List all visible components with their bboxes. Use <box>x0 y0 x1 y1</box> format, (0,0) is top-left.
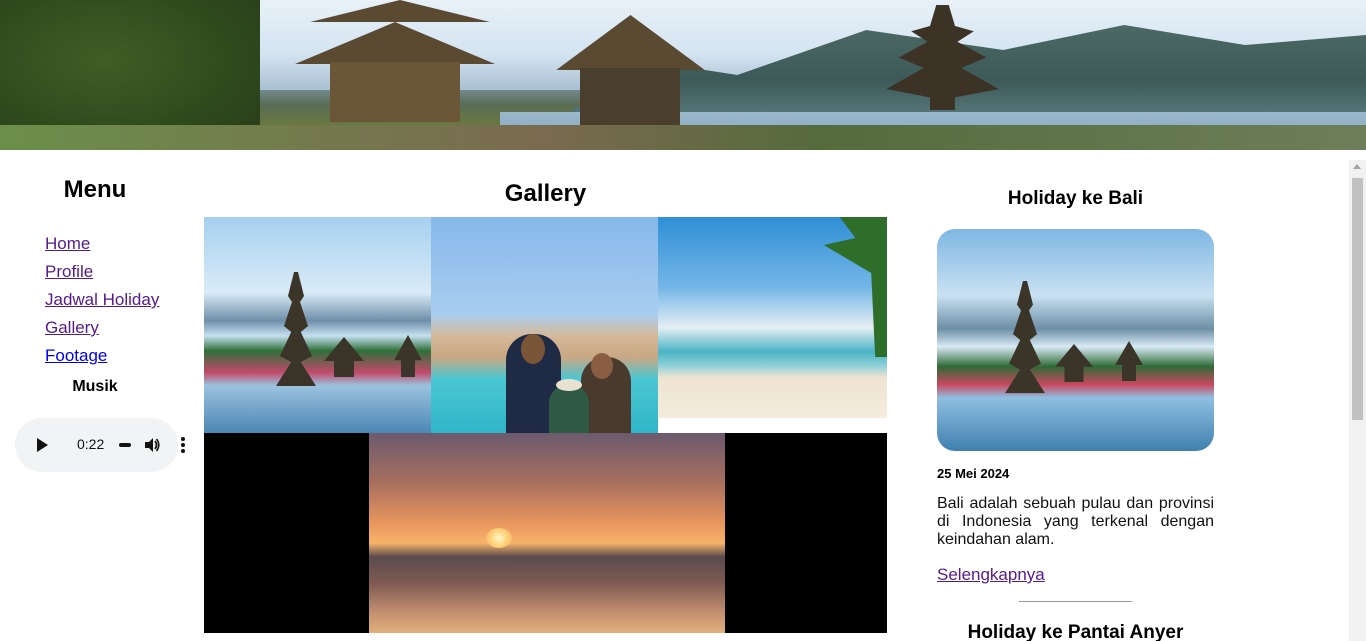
video-player[interactable] <box>204 433 887 633</box>
palm-tree <box>823 217 887 357</box>
post-divider <box>1019 601 1132 602</box>
temple-pagoda <box>276 272 316 386</box>
menu-title: Menu <box>63 176 127 203</box>
read-more-link[interactable]: Selengkapnya <box>937 565 1214 585</box>
gallery-image-family-photo <box>431 217 658 433</box>
play-icon[interactable] <box>37 438 48 452</box>
music-label: Musik <box>72 378 118 395</box>
banner-ground <box>0 125 1366 150</box>
gallery-image-temple <box>204 217 431 433</box>
person-2-head <box>591 353 613 379</box>
person-1-head <box>521 334 545 364</box>
header-banner-image <box>0 0 1366 150</box>
video-frame-sunset <box>369 433 725 633</box>
menu-item-footage: Footage <box>45 342 190 370</box>
menu-item-jadwal-holiday: Jadwal Holiday <box>45 286 190 314</box>
menu-link-gallery[interactable]: Gallery <box>45 318 99 337</box>
menu-list: Home Profile Jadwal Holiday Gallery Foot… <box>0 230 190 370</box>
audio-progress-bar[interactable] <box>119 443 131 447</box>
banner-pavilion-body <box>580 68 680 128</box>
menu-link-footage[interactable]: Footage <box>45 346 107 365</box>
menu-link-jadwal-holiday[interactable]: Jadwal Holiday <box>45 290 159 309</box>
gallery-title: Gallery <box>504 180 587 207</box>
audio-player: 0:22 <box>15 418 185 472</box>
post-title-anyer: Holiday ke Pantai Anyer <box>967 622 1184 641</box>
person-3-hat <box>556 379 582 391</box>
side-menu: Menu Home Profile Jadwal Holiday Gallery… <box>0 160 190 396</box>
menu-item-profile: Profile <box>45 258 190 286</box>
person-3 <box>549 385 589 433</box>
temple-shrine-small <box>394 335 422 377</box>
post-image-bali <box>937 229 1214 451</box>
menu-item-home: Home <box>45 230 190 258</box>
banner-temple-body <box>330 62 460 122</box>
page-scrollbar[interactable] <box>1349 160 1366 641</box>
scrollbar-thumb[interactable] <box>1352 178 1363 420</box>
audio-time: 0:22 <box>77 436 105 452</box>
post-title-bali: Holiday ke Bali <box>1007 188 1144 209</box>
menu-link-profile[interactable]: Profile <box>45 262 93 281</box>
post-pagoda <box>1005 281 1045 394</box>
menu-item-gallery: Gallery <box>45 314 190 342</box>
volume-icon[interactable] <box>143 436 161 454</box>
sidebar-posts: Holiday ke Bali 25 Mei 2024 Bali adalah … <box>937 160 1214 641</box>
post-description: Bali adalah sebuah pulau dan provinsi di… <box>937 495 1214 548</box>
post-shrine-small <box>1115 341 1143 381</box>
post-shrine <box>1055 344 1093 382</box>
post-date: 25 Mei 2024 <box>937 466 1010 481</box>
video-sun <box>486 528 512 548</box>
temple-shrine <box>324 337 364 377</box>
gallery-image-beach <box>658 217 887 418</box>
menu-link-home[interactable]: Home <box>45 234 90 253</box>
more-options-icon[interactable] <box>181 437 185 453</box>
scroll-up-arrow-icon[interactable] <box>1353 164 1361 169</box>
